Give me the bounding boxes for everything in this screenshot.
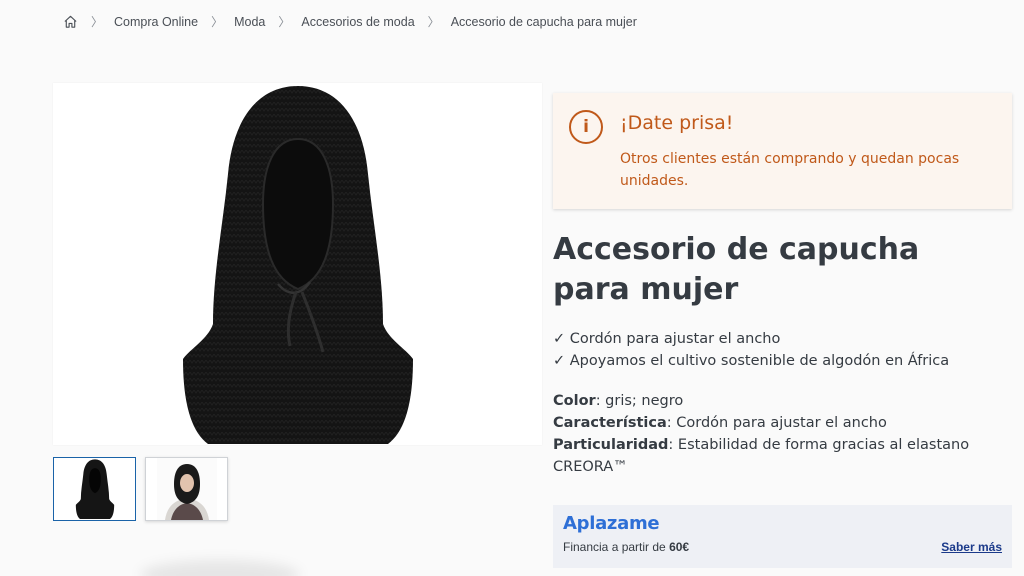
feature-item: ✓ Cordón para ajustar el ancho: [553, 331, 781, 347]
attribute-value: : gris; negro: [595, 393, 684, 409]
attribute-row: Característica: Cordón para ajustar el a…: [553, 412, 1024, 434]
feature-list: ✓ Cordón para ajustar el ancho ✓ Apoyamo…: [553, 328, 949, 372]
breadcrumb: 〉 Compra Online 〉 Moda 〉 Accesorios de m…: [62, 13, 637, 30]
chevron-right-icon: 〉: [427, 15, 440, 29]
chevron-right-icon: 〉: [91, 15, 104, 29]
breadcrumb-link-accesorios[interactable]: Accesorios de moda: [301, 15, 414, 29]
product-attributes: Color: gris; negro Característica: Cordó…: [553, 390, 1024, 478]
attribute-label: Particularidad: [553, 437, 669, 453]
alert-title: ¡Date prisa!: [620, 112, 734, 134]
saber-mas-link[interactable]: Saber más: [941, 540, 1002, 554]
financing-amount: 60€: [669, 540, 690, 554]
attribute-label: Color: [553, 393, 596, 409]
model-thumbnail: [156, 458, 217, 520]
attribute-row: Particularidad: Estabilidad de forma gra…: [553, 434, 1024, 478]
thumbnail-2[interactable]: [145, 457, 228, 521]
balaclava-image: [182, 86, 413, 444]
aplazame-widget: Aplazame Financia a partir de 60€ Saber …: [553, 505, 1012, 568]
feature-item: ✓ Apoyamos el cultivo sostenible de algo…: [553, 353, 950, 369]
alert-text: Otros clientes están comprando y quedan …: [620, 151, 960, 189]
breadcrumb-current: Accesorio de capucha para mujer: [450, 14, 637, 29]
aplazame-logo: Aplazame: [563, 513, 660, 534]
breadcrumb-link-moda[interactable]: Moda: [234, 15, 265, 29]
product-main-image[interactable]: [53, 83, 542, 445]
financing-text: Financia a partir de 60€: [563, 540, 689, 554]
breadcrumb-link-compra-online[interactable]: Compra Online: [114, 15, 198, 29]
info-icon: i: [569, 110, 603, 144]
attribute-label: Característica: [553, 415, 667, 431]
chevron-right-icon: 〉: [211, 15, 224, 29]
low-stock-alert: i ¡Date prisa! Otros clientes están comp…: [553, 93, 1012, 209]
thumbnail-1[interactable]: [53, 457, 136, 521]
attribute-value: : Cordón para ajustar el ancho: [666, 415, 887, 431]
balaclava-thumbnail: [75, 459, 114, 519]
attribute-row: Color: gris; negro: [553, 390, 1024, 412]
home-icon[interactable]: [62, 14, 78, 30]
decorative-shadow: [140, 560, 300, 576]
product-title: Accesorio de capucha para mujer: [553, 232, 920, 307]
chevron-right-icon: 〉: [278, 15, 291, 29]
financing-prefix: Financia a partir de: [563, 540, 670, 554]
